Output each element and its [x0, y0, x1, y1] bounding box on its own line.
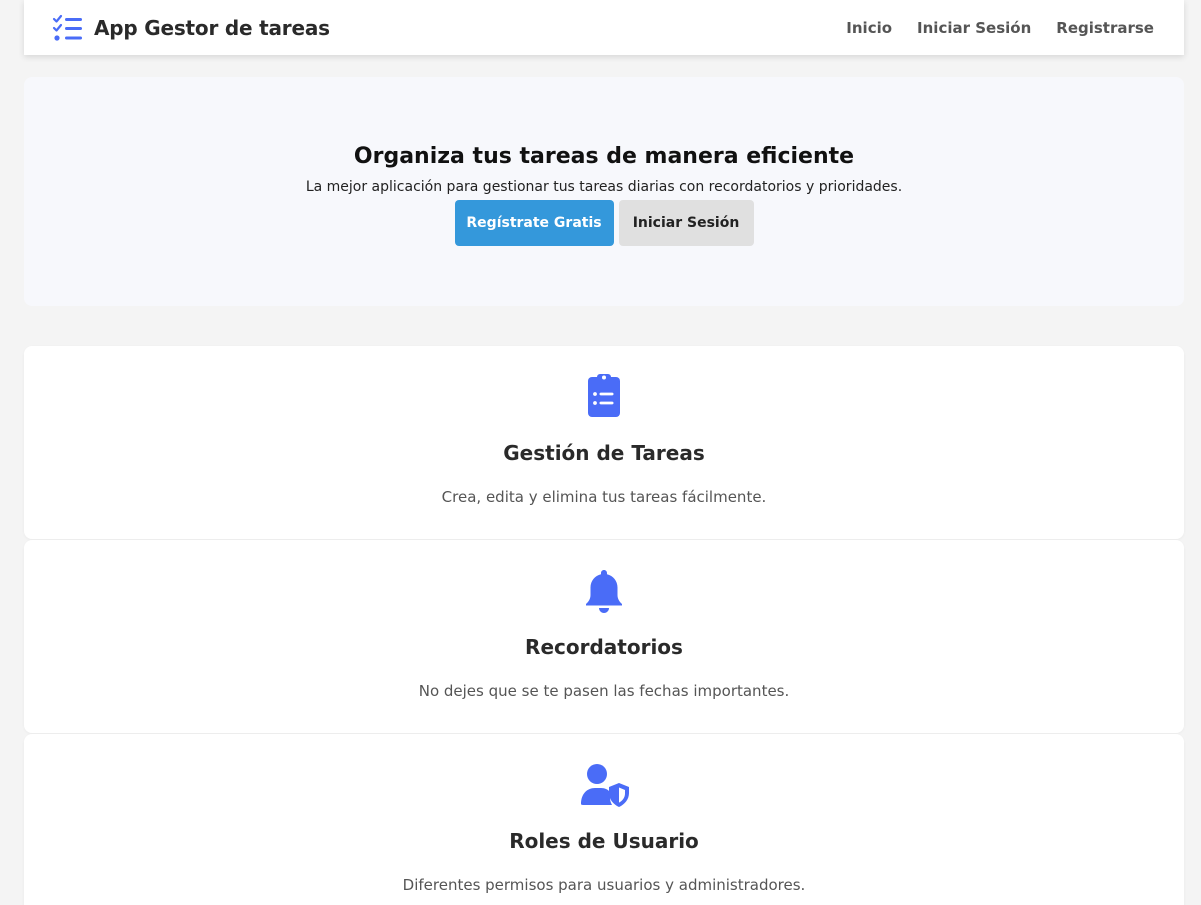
register-free-button[interactable]: Regístrate Gratis: [454, 200, 614, 246]
feature-title: Gestión de Tareas: [503, 441, 705, 465]
user-shield-icon: [581, 764, 629, 807]
bell-icon: [586, 570, 622, 613]
feature-description: Diferentes permisos para usuarios y admi…: [402, 876, 806, 894]
feature-card-task-management: Gestión de Tareas Crea, edita y elimina …: [24, 346, 1184, 539]
nav-link-registrarse[interactable]: Registrarse: [1056, 19, 1154, 37]
feature-description: Crea, edita y elimina tus tareas fácilme…: [441, 488, 767, 506]
nav-link-iniciar-sesion[interactable]: Iniciar Sesión: [917, 19, 1031, 37]
nav-link-inicio[interactable]: Inicio: [846, 19, 892, 37]
feature-card-user-roles: Roles de Usuario Diferentes permisos par…: [24, 734, 1184, 905]
feature-title: Roles de Usuario: [509, 829, 699, 853]
feature-description: No dejes que se te pasen las fechas impo…: [418, 682, 790, 700]
task-list-icon: [52, 14, 82, 41]
feature-card-reminders: Recordatorios No dejes que se te pasen l…: [24, 540, 1184, 733]
feature-title: Recordatorios: [525, 635, 683, 659]
nav-links: Inicio Iniciar Sesión Registrarse: [846, 19, 1154, 37]
hero-subtitle: La mejor aplicación para gestionar tus t…: [305, 179, 903, 195]
navbar: App Gestor de tareas Inicio Iniciar Sesi…: [24, 0, 1184, 55]
clipboard-list-icon: [588, 374, 620, 417]
brand[interactable]: App Gestor de tareas: [52, 14, 330, 42]
app-title: App Gestor de tareas: [94, 15, 330, 40]
hero-title: Organiza tus tareas de manera eficiente: [353, 144, 855, 169]
hero-buttons: Regístrate Gratis Iniciar Sesión: [24, 200, 1184, 246]
login-button[interactable]: Iniciar Sesión: [618, 200, 754, 246]
hero-section: Organiza tus tareas de manera eficiente …: [24, 77, 1184, 306]
